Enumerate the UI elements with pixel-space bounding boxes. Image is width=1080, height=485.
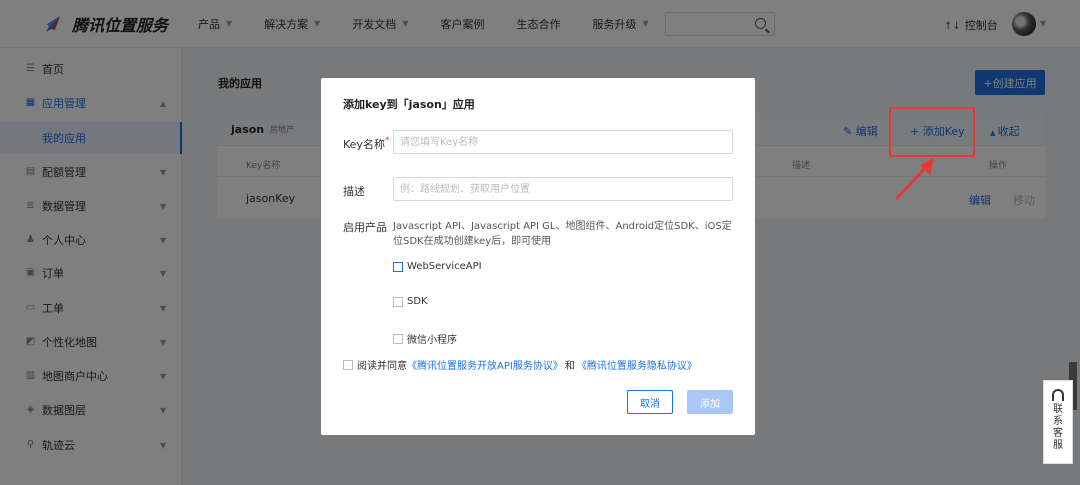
- required-mark: *: [384, 136, 390, 146]
- desc-input[interactable]: [393, 177, 733, 201]
- api-agreement-link[interactable]: 《腾讯位置服务开放API服务协议》: [407, 357, 563, 372]
- add-button[interactable]: 添加: [687, 390, 733, 414]
- headset-icon: [1052, 389, 1064, 401]
- checkbox-wechat-miniprogram[interactable]: 微信小程序: [393, 331, 457, 346]
- checkbox-icon[interactable]: [393, 261, 403, 272]
- key-name-input[interactable]: [393, 130, 733, 154]
- cancel-button[interactable]: 取消: [627, 390, 673, 414]
- checkbox-icon[interactable]: [393, 296, 403, 307]
- agreement-row: 阅读并同意 《腾讯位置服务开放API服务协议》 和 《腾讯位置服务隐私协议》: [343, 357, 697, 372]
- checkbox-webserviceapi[interactable]: WebServiceAPI: [393, 261, 482, 272]
- add-key-dialog: 添加key到「jason」应用 Key名称* 描述 启用产品 Javascrip…: [321, 78, 755, 435]
- annotation-arrow-icon: [894, 158, 934, 201]
- key-name-label: Key名称*: [343, 136, 390, 151]
- product-label: 启用产品: [343, 221, 387, 234]
- contact-service-widget[interactable]: 联系客服: [1043, 380, 1073, 464]
- agree-checkbox[interactable]: [343, 359, 353, 370]
- checkbox-icon[interactable]: [393, 333, 403, 344]
- annotation-highlight-box: [889, 107, 975, 157]
- checkbox-sdk[interactable]: SDK: [393, 296, 428, 307]
- privacy-agreement-link[interactable]: 《腾讯位置服务隐私协议》: [577, 357, 697, 372]
- desc-label: 描述: [343, 185, 365, 198]
- dialog-title: 添加key到「jason」应用: [343, 98, 475, 111]
- product-description: Javascript API、Javascript API GL、地图组件、An…: [393, 221, 732, 247]
